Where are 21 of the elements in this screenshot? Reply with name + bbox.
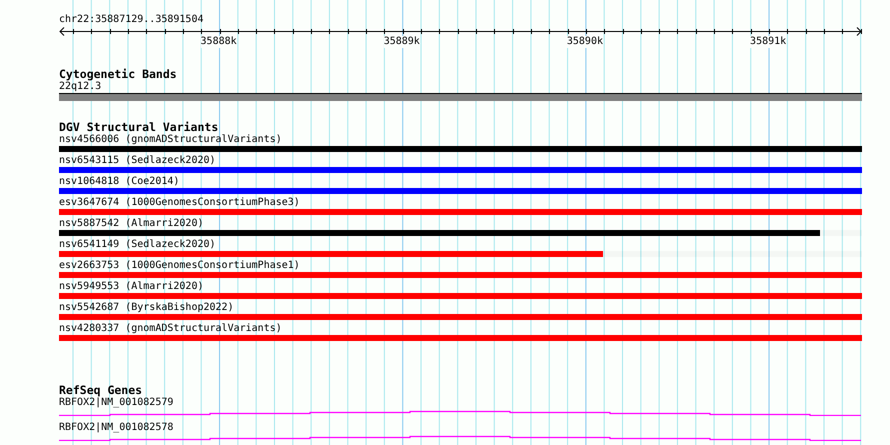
- feature-label: nsv5887542 (Almarri2020): [59, 218, 204, 229]
- feature-label: esv3647674 (1000GenomesConsortiumPhase3): [59, 197, 300, 208]
- tick-label: 35888k: [200, 36, 237, 48]
- feature-label: RBFOX2|NM_001082578: [59, 422, 174, 433]
- track-title: RefSeq Genes: [59, 384, 142, 396]
- feature-label: nsv5542687 (ByrskaBishop2022): [59, 302, 234, 313]
- feature-label: nsv6543115 (Sedlazeck2020): [59, 155, 216, 166]
- track-title: DGV Structural Variants: [59, 121, 218, 133]
- feature-label: nsv1064818 (Coe2014): [59, 176, 180, 187]
- feature-label: 22q12.3: [59, 81, 102, 92]
- feature-label: esv2663753 (1000GenomesConsortiumPhase1): [59, 260, 300, 271]
- feature-label: RBFOX2|NM_001082579: [59, 397, 174, 408]
- tick-label: 35890k: [566, 36, 603, 48]
- tick-label: 35891k: [750, 36, 786, 48]
- feature-label: nsv4566006 (gnomADStructuralVariants): [59, 134, 282, 145]
- feature-label: nsv5949553 (Almarri2020): [59, 281, 204, 292]
- location-label: chr22:35887129..35891504: [59, 13, 204, 26]
- feature-label: nsv6541149 (Sedlazeck2020): [59, 239, 216, 250]
- track-title: Cytogenetic Bands: [59, 68, 177, 80]
- feature-label: nsv4280337 (gnomADStructuralVariants): [59, 323, 282, 334]
- tick-label: 35889k: [384, 36, 420, 48]
